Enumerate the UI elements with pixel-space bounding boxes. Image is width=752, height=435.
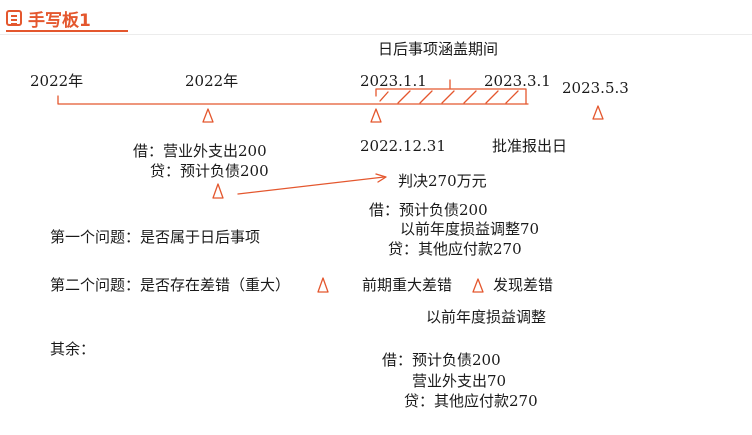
error-found: 发现差错 — [493, 276, 554, 294]
entry3-debit: 借：预计负债200 — [382, 351, 501, 369]
entry2-line2: 以前年度损益调整70 — [400, 220, 540, 238]
left-year: 2022年 — [30, 72, 84, 90]
entry2-credit: 贷：其他应付款270 — [388, 240, 522, 258]
marker-balance-date — [370, 108, 382, 123]
mid-year: 2022年 — [185, 72, 239, 90]
rest-label: 其余： — [50, 340, 96, 358]
judgment-label: 判决270万元 — [398, 172, 487, 190]
marker-far-date — [592, 105, 604, 120]
entry1-debit: 借：营业外支出200 — [133, 142, 267, 160]
entry3-line2: 营业外支出70 — [412, 372, 507, 390]
approval-date: 批准报出日 — [492, 137, 568, 155]
marker-q2-mid — [472, 278, 484, 293]
span-hatching — [379, 90, 519, 104]
marker-q2 — [317, 277, 329, 293]
marker-mid-year — [202, 108, 214, 123]
span-label: 日后事项涵盖期间 — [378, 40, 499, 58]
entry1-credit: 贷：预计负债200 — [150, 162, 269, 180]
marker-entry1 — [212, 183, 224, 199]
prior-period-error: 前期重大差错 — [362, 276, 453, 294]
prior-year-adjustment: 以前年度损益调整 — [426, 308, 547, 326]
balance-date: 2022.12.31 — [360, 137, 446, 155]
timeline-line — [57, 95, 529, 105]
date-start: 2023.1.1 — [360, 72, 427, 90]
entry2-debit: 借：预计负债200 — [369, 201, 488, 219]
entry3-credit: 贷：其他应付款270 — [404, 392, 538, 410]
question-one: 第一个问题：是否属于日后事项 — [50, 228, 261, 246]
date-end: 2023.3.1 — [484, 72, 551, 90]
question-two: 第二个问题：是否存在差错（重大） — [50, 276, 291, 294]
date-far: 2023.5.3 — [562, 79, 629, 97]
